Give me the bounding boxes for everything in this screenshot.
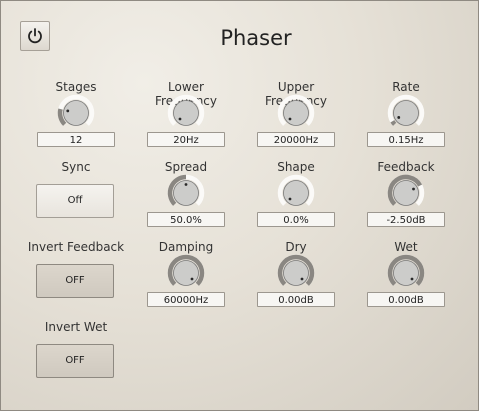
shape-label: Shape [277,160,315,174]
dry-label: Dry [285,240,307,254]
damping-value[interactable]: 60000Hz [147,292,225,307]
feedback-value[interactable]: -2.50dB [367,212,445,227]
invert-feedback-button[interactable]: OFF [36,264,114,298]
knob-face [283,180,309,206]
knob-indicator [397,116,401,119]
upper-frequency-value[interactable]: 20000Hz [257,132,335,147]
lower-frequency-value[interactable]: 20Hz [147,132,225,147]
shape-knob[interactable] [277,174,315,212]
knob-face [173,100,199,126]
power-icon [28,28,42,44]
knob-face [173,260,199,286]
wet-value[interactable]: 0.00dB [367,292,445,307]
phaser-panel: Phaser Stages 12 Sync Off Invert Feedbac… [0,0,479,411]
knob-indicator [300,277,304,281]
spread-value[interactable]: 50.0% [147,212,225,227]
invert-feedback-label: Invert Feedback [27,240,125,254]
knob-indicator [184,183,188,186]
wet-knob[interactable] [387,254,425,292]
shape-value[interactable]: 0.0% [257,212,335,227]
spread-knob[interactable] [167,174,205,212]
knob-face [283,100,309,126]
spread-label: Spread [164,160,208,174]
wet-label: Wet [394,240,418,254]
knob-indicator [178,117,182,121]
knob-face [393,260,419,286]
upper-frequency-knob[interactable] [277,94,315,132]
knob-indicator [66,109,70,113]
knob-indicator [190,277,194,281]
knob-arc [390,120,397,126]
plugin-title: Phaser [220,26,292,50]
knob-face [393,180,419,206]
knob-face [63,100,89,126]
invert-wet-label: Invert Wet [44,320,108,334]
feedback-label: Feedback [377,160,435,174]
knob-indicator [412,187,415,191]
rate-value[interactable]: 0.15Hz [367,132,445,147]
knob-indicator [288,117,292,121]
knob-face [393,100,419,126]
knob-indicator [410,277,414,281]
stages-value[interactable]: 12 [37,132,115,147]
dry-knob[interactable] [277,254,315,292]
knob-face [283,260,309,286]
invert-wet-button[interactable]: OFF [36,344,114,378]
lower-frequency-knob[interactable] [167,94,205,132]
stages-knob[interactable] [57,94,95,132]
feedback-knob[interactable] [387,174,425,212]
sync-label: Sync [61,160,91,174]
sync-button[interactable]: Off [36,184,114,218]
damping-label: Damping [158,240,214,254]
rate-label: Rate [392,80,420,94]
stages-label: Stages [55,80,97,94]
rate-knob[interactable] [387,94,425,132]
power-button[interactable] [20,21,50,51]
knob-indicator [288,197,292,201]
damping-knob[interactable] [167,254,205,292]
dry-value[interactable]: 0.00dB [257,292,335,307]
